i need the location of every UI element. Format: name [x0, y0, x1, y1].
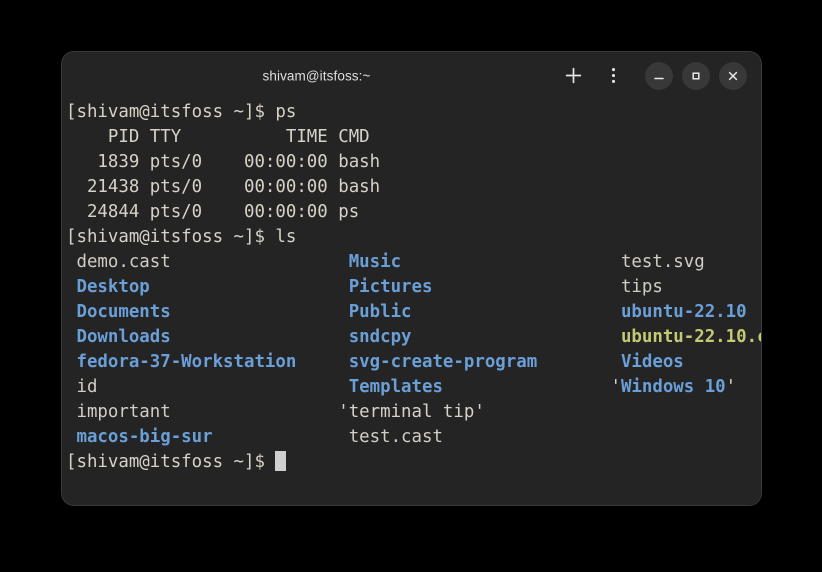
minimize-button[interactable] — [645, 62, 673, 90]
close-button[interactable] — [719, 62, 747, 90]
terminal-text: sndcpy — [338, 327, 411, 347]
terminal-line-ps-row-3: 24844 pts/0 00:00:00 ps — [66, 200, 761, 225]
terminal-text: test.svg — [610, 252, 704, 272]
new-tab-icon[interactable] — [556, 59, 590, 93]
desktop-background: shivam@itsfoss:~ — [0, 0, 822, 572]
terminal-line-prompt-final: [shivam@itsfoss ~]$ — [66, 450, 761, 475]
terminal-line-ls-row-7: important 'terminal tip' — [66, 400, 761, 425]
terminal-text: Templates — [338, 377, 443, 397]
terminal-text: Documents — [66, 302, 171, 322]
terminal-text — [412, 327, 611, 347]
terminal-text: Public — [338, 302, 411, 322]
terminal-line-ls-row-6: id Templates 'Windows 10' — [66, 375, 761, 400]
terminal-text: id — [66, 377, 97, 397]
terminal-screen[interactable]: [shivam@itsfoss ~]$ ps PID TTY TIME CMD … — [66, 100, 761, 475]
terminal-text: PID TTY TIME CMD — [66, 127, 370, 147]
terminal-text: Windows 10 — [621, 377, 726, 397]
maximize-button[interactable] — [682, 62, 710, 90]
terminal-text: 1839 pts/0 00:00:00 bash — [66, 152, 380, 172]
terminal-text: Pictures — [338, 277, 432, 297]
terminal-text: ubuntu-22.10 — [610, 302, 746, 322]
terminal-text: important — [66, 402, 171, 422]
terminal-text: fedora-37-Workstation — [66, 352, 296, 372]
terminal-text: ' — [726, 377, 736, 397]
terminal-line-ls-row-1: demo.cast Music test.svg — [66, 250, 761, 275]
terminal-text: Desktop — [66, 277, 150, 297]
terminal-line-prompt-ls: [shivam@itsfoss ~]$ ls — [66, 225, 761, 250]
terminal-text: tips — [610, 277, 662, 297]
terminal-text: ls — [275, 227, 296, 247]
terminal-text — [171, 252, 339, 272]
terminal-text — [150, 277, 338, 297]
terminal-text — [296, 352, 338, 372]
terminal-line-ps-header: PID TTY TIME CMD — [66, 125, 761, 150]
terminal-line-prompt-ps: [shivam@itsfoss ~]$ ps — [66, 100, 761, 125]
terminal-line-ls-row-3: Documents Public ubuntu-22.10 — [66, 300, 761, 325]
titlebar-controls — [556, 59, 747, 93]
terminal-text — [443, 377, 611, 397]
terminal-text — [97, 377, 338, 397]
terminal-window[interactable]: shivam@itsfoss:~ — [62, 52, 761, 505]
terminal-text — [171, 302, 339, 322]
terminal-text — [171, 402, 339, 422]
terminal-text: 24844 pts/0 00:00:00 ps — [66, 202, 359, 222]
terminal-line-ls-row-8: macos-big-sur test.cast — [66, 425, 761, 450]
terminal-text — [213, 427, 339, 447]
menu-kebab-icon[interactable] — [596, 59, 630, 93]
terminal-text: ubuntu-22.10.conf — [610, 327, 761, 347]
terminal-text: [shivam@itsfoss ~]$ — [66, 452, 275, 472]
terminal-text — [537, 352, 610, 372]
terminal-text — [412, 302, 611, 322]
terminal-text: svg-create-program — [338, 352, 537, 372]
terminal-text — [401, 252, 610, 272]
terminal-text: test.cast — [338, 427, 443, 447]
terminal-text: 'terminal tip' — [338, 402, 485, 422]
terminal-line-ls-row-2: Desktop Pictures tips — [66, 275, 761, 300]
terminal-text: ' — [610, 377, 620, 397]
terminal-line-ps-row-2: 21438 pts/0 00:00:00 bash — [66, 175, 761, 200]
terminal-text: [shivam@itsfoss ~]$ — [66, 227, 275, 247]
terminal-line-ls-row-5: fedora-37-Workstation svg-create-program… — [66, 350, 761, 375]
terminal-text: Music — [338, 252, 401, 272]
terminal-text: ps — [275, 102, 296, 122]
terminal-cursor — [275, 451, 286, 471]
title-bar[interactable]: shivam@itsfoss:~ — [62, 52, 761, 99]
terminal-text: Downloads — [66, 327, 171, 347]
terminal-text: Videos — [610, 352, 683, 372]
terminal-text — [171, 327, 339, 347]
terminal-text: 21438 pts/0 00:00:00 bash — [66, 177, 380, 197]
terminal-body[interactable]: [shivam@itsfoss ~]$ ps PID TTY TIME CMD … — [62, 99, 761, 505]
terminal-text: macos-big-sur — [66, 427, 213, 447]
terminal-text: demo.cast — [66, 252, 171, 272]
terminal-text — [432, 277, 610, 297]
terminal-line-ps-row-1: 1839 pts/0 00:00:00 bash — [66, 150, 761, 175]
terminal-text: [shivam@itsfoss ~]$ — [66, 102, 275, 122]
terminal-line-ls-row-4: Downloads sndcpy ubuntu-22.10.conf — [66, 325, 761, 350]
